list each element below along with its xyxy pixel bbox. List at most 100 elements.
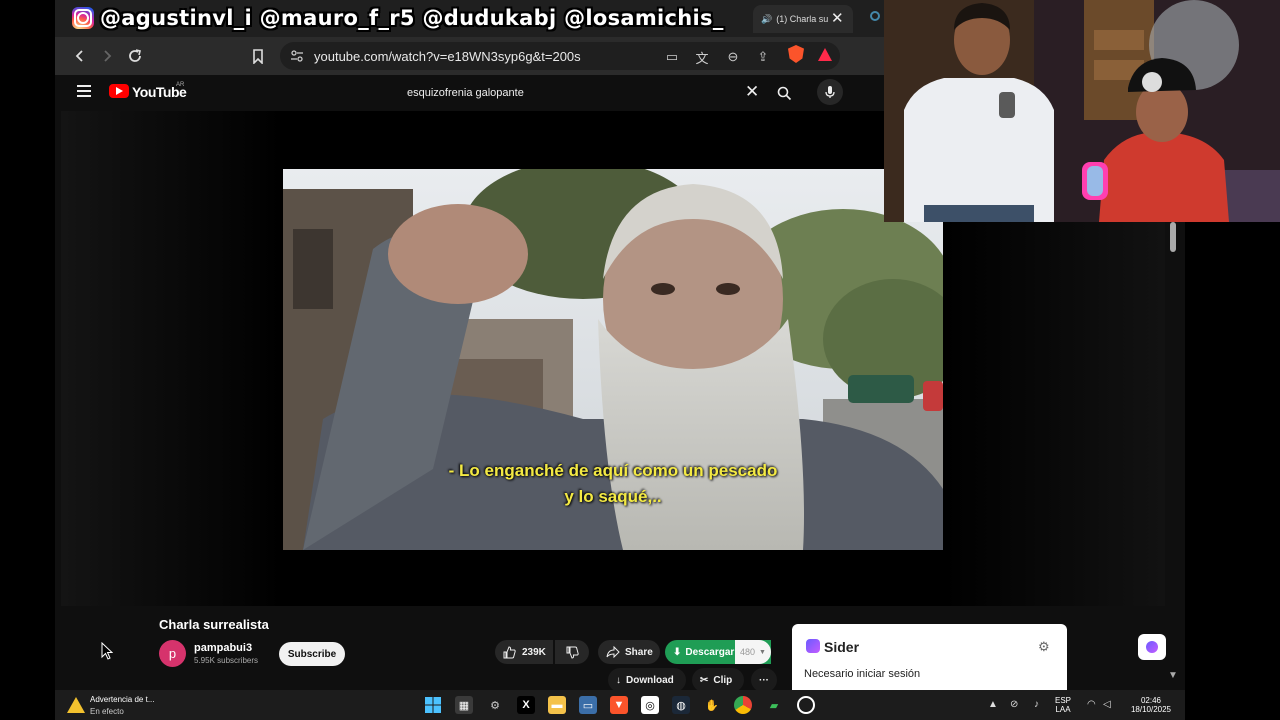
volume-icon[interactable]: ◁ <box>1103 699 1111 710</box>
more-label: ··· <box>759 674 769 686</box>
obs-app-icon[interactable]: ◎ <box>641 696 659 714</box>
descargar-count-dropdown[interactable]: 480 ▼ <box>735 640 771 664</box>
language-code: ESP <box>1055 696 1072 705</box>
subtitle-line-2: y lo saqué,.. <box>564 487 662 506</box>
sider-icon <box>1146 641 1158 653</box>
mouse-pointer-icon <box>101 642 113 660</box>
chrome-icon[interactable] <box>734 696 752 714</box>
dislike-button[interactable] <box>555 640 589 664</box>
reload-icon <box>129 49 141 62</box>
x-app-icon[interactable]: X <box>517 696 535 714</box>
descargar-label: Descargar <box>685 646 735 658</box>
network-off-icon[interactable]: ⊘ <box>1010 699 1018 710</box>
clock[interactable]: 02:46 18/10/2025 <box>1127 696 1175 714</box>
translate-icon[interactable]: 文 <box>693 48 711 66</box>
address-bar[interactable]: youtube.com/watch?v=e18WN3syp6g&t=200s ▭… <box>280 42 840 70</box>
clock-date: 18/10/2025 <box>1130 705 1172 714</box>
forward-icon <box>104 50 112 62</box>
channel-name[interactable]: pampabui3 <box>194 642 252 654</box>
chevron-down-icon: ▼ <box>759 648 766 656</box>
monitor-app-icon[interactable]: ▭ <box>579 696 597 714</box>
zoom-out-icon[interactable]: ⊖ <box>724 48 742 66</box>
video-frame[interactable]: - Lo enganché de aquí como un pescado y … <box>283 169 943 550</box>
channel-avatar[interactable]: p <box>159 640 186 667</box>
tab-close-button[interactable]: ✕ <box>831 9 844 27</box>
subscribe-button[interactable]: Subscribe <box>279 642 345 666</box>
more-actions-button[interactable]: ··· <box>751 668 777 690</box>
download-arrow-icon: ⬇ <box>673 646 682 658</box>
download-icon: ↓ <box>616 674 621 686</box>
search-query: esquizofrenia galopante <box>407 87 524 99</box>
start-button[interactable] <box>424 696 442 714</box>
search-input[interactable]: esquizofrenia galopante ✕ <box>395 79 770 107</box>
site-settings-icon[interactable] <box>290 49 304 63</box>
instagram-overlay: @agustinvl_i @mauro_f_r5 @dudukabj @losa… <box>72 3 724 33</box>
download-button[interactable]: ↓ Download <box>608 668 686 690</box>
steam-icon[interactable]: ◍ <box>672 696 690 714</box>
search-icon <box>777 86 791 100</box>
clear-search-icon[interactable]: ✕ <box>745 82 759 102</box>
webcam-scene <box>884 0 1280 222</box>
thumbs-down-icon <box>566 646 579 659</box>
settings-icon[interactable]: ⚙ <box>1038 639 1050 655</box>
scroll-down-arrow-icon[interactable]: ▼ <box>1168 670 1178 681</box>
notification-subtitle: En efecto <box>90 707 124 716</box>
settings-app-icon[interactable]: ⚙ <box>486 696 504 714</box>
warning-icon[interactable] <box>67 697 85 713</box>
sider-logo-icon <box>806 639 820 653</box>
descargar-count: 480 <box>740 647 756 657</box>
tab-loading-icon[interactable] <box>870 11 880 21</box>
microphone-tray-icon[interactable]: ♪ <box>1034 699 1039 710</box>
search-app-icon[interactable] <box>797 696 815 714</box>
clip-label: Clip <box>713 674 733 686</box>
bookmark-button[interactable] <box>247 45 269 67</box>
file-explorer-icon[interactable]: ▬ <box>548 696 566 714</box>
video-subtitle: - Lo enganché de aquí como un pescado y … <box>283 458 943 510</box>
microphone-icon <box>825 86 835 98</box>
instagram-logo-icon <box>72 7 94 29</box>
clock-time: 02:46 <box>1140 696 1162 705</box>
back-icon <box>75 50 83 62</box>
taskbar: Advertencia de t... En efecto ▦ ⚙ X ▬ ▭ … <box>55 690 1185 720</box>
webcam-overlay <box>884 0 1280 222</box>
language-indicator[interactable]: ESP LAA <box>1055 696 1071 714</box>
speaker-icon: 🔊 <box>761 13 773 24</box>
share-button[interactable]: Share <box>598 640 660 664</box>
country-code: AR <box>176 82 185 88</box>
wifi-icon[interactable]: ◠ <box>1087 699 1096 710</box>
share-icon <box>606 646 620 658</box>
windows-logo-icon <box>425 697 441 713</box>
tray-expand-icon[interactable]: ▲ <box>988 699 998 710</box>
download-label: Download <box>626 674 674 686</box>
sider-panel: Sider ⚙ Necesario iniciar sesión <box>792 624 1067 690</box>
sider-float-button[interactable] <box>1138 634 1166 660</box>
subtitle-line-1: - Lo enganché de aquí como un pescado <box>448 461 778 480</box>
notification-title[interactable]: Advertencia de t... <box>90 695 154 704</box>
task-view-icon[interactable]: ▦ <box>455 696 473 714</box>
keyboard-layout: LAA <box>1055 705 1071 714</box>
instagram-handles: @agustinvl_i @mauro_f_r5 @dudukabj @losa… <box>100 6 724 30</box>
like-button[interactable]: 239K <box>495 640 553 664</box>
cast-icon[interactable]: ▭ <box>663 48 681 66</box>
clip-button[interactable]: ✂ Clip <box>692 668 744 690</box>
voice-search-button[interactable] <box>817 79 843 105</box>
screen: 🔊 (1) Charla su ✕ youtube.com/watch?v=e1… <box>0 0 1280 720</box>
page-scrollbar[interactable] <box>1170 222 1176 252</box>
share-label: Share <box>625 646 653 658</box>
back-button[interactable] <box>69 45 91 67</box>
tab-title: (1) Charla su <box>776 14 829 24</box>
brave-browser-icon[interactable]: ▼ <box>610 696 628 714</box>
brave-rewards-icon[interactable] <box>818 48 832 61</box>
menu-icon[interactable] <box>77 85 91 97</box>
reload-button[interactable] <box>124 45 146 67</box>
thumbs-up-icon <box>503 645 516 658</box>
bookmark-icon <box>253 48 263 64</box>
hand-app-icon[interactable]: ✋ <box>703 696 721 714</box>
url-text: youtube.com/watch?v=e18WN3syp6g&t=200s <box>314 49 581 64</box>
search-button[interactable] <box>770 79 798 107</box>
youtube-logo-icon[interactable] <box>109 84 129 98</box>
nvidia-app-icon[interactable]: ▰ <box>765 696 783 714</box>
share-page-icon[interactable]: ⇪ <box>754 48 772 66</box>
forward-button[interactable] <box>96 45 118 67</box>
sider-title: Sider <box>824 639 860 655</box>
